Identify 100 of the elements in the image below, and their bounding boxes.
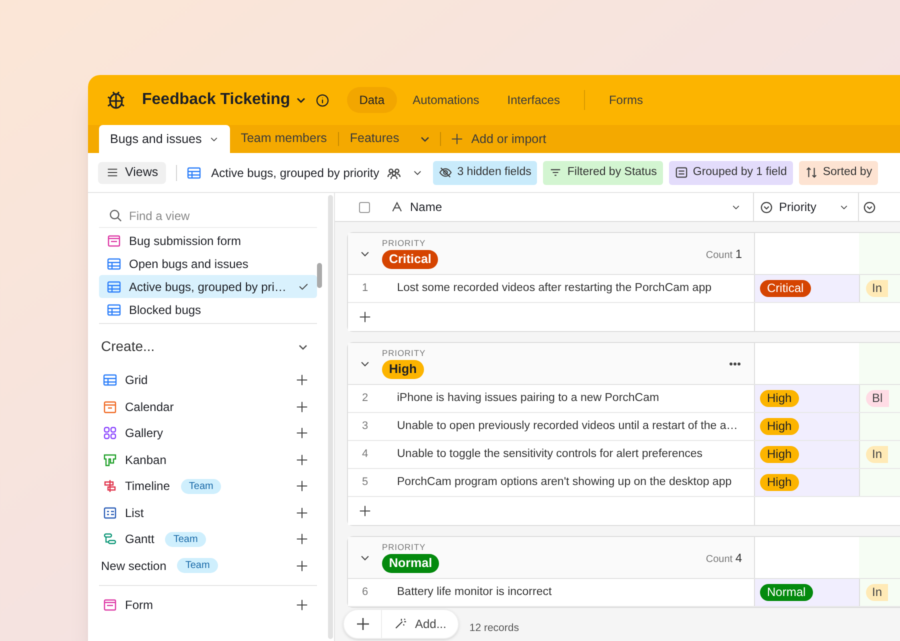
status-tag: Bl bbox=[866, 390, 889, 407]
kanban-icon bbox=[103, 452, 117, 467]
priority-tag: High bbox=[760, 474, 799, 491]
plus-icon bbox=[296, 454, 308, 466]
plus-icon bbox=[296, 599, 308, 612]
plus-icon bbox=[296, 480, 308, 492]
status-tag: In bbox=[866, 584, 888, 601]
create-view-item[interactable]: Kanban bbox=[99, 446, 317, 473]
magic-wand-icon bbox=[394, 617, 407, 630]
plus-icon bbox=[356, 618, 368, 630]
view-item[interactable]: Blocked bugs bbox=[99, 298, 317, 321]
chevron-down-icon[interactable] bbox=[296, 95, 306, 105]
plus-icon bbox=[296, 400, 308, 413]
name-cell-text: Battery life monitor is incorrect bbox=[396, 584, 553, 600]
view-switcher[interactable]: Active bugs, grouped by priority bbox=[187, 164, 424, 182]
name-cell-text: Unable to open previously recorded videos until a restart of the a… bbox=[396, 418, 739, 434]
gantt-icon bbox=[103, 532, 117, 546]
table-tab[interactable]: Bugs and issues bbox=[99, 125, 230, 153]
column-header[interactable]: Name bbox=[381, 193, 753, 221]
row-number: 6 bbox=[360, 585, 370, 600]
create-view-item[interactable]: Grid bbox=[99, 367, 317, 394]
dropdown-field-icon bbox=[760, 200, 773, 214]
calendar-icon bbox=[103, 400, 117, 414]
name-cell-text: PorchCam program options aren't showing up on the desktop app bbox=[396, 474, 733, 490]
scrollbar bbox=[317, 263, 322, 288]
base-title: Feedback Ticketing bbox=[142, 90, 290, 110]
create-view-item[interactable]: Form bbox=[99, 592, 317, 618]
views-button[interactable]: Views bbox=[98, 162, 166, 184]
group-count: Count 1 bbox=[706, 246, 742, 262]
grouped-rows-icon bbox=[674, 166, 688, 179]
toolbar-chip[interactable]: Filtered by Status bbox=[543, 160, 663, 184]
priority-tag: High bbox=[760, 446, 799, 463]
eye-slash-icon bbox=[439, 166, 452, 179]
priority-tag: Critical bbox=[760, 280, 811, 297]
name-cell-text: Unable to toggle the sensitivity controls for alert preferences bbox=[396, 446, 704, 462]
table-icon bbox=[107, 256, 121, 270]
text-field-icon bbox=[391, 201, 403, 213]
group-field-label: PRIORITY bbox=[382, 348, 426, 359]
toolbar-chip[interactable]: Grouped by 1 field bbox=[668, 160, 793, 184]
status-tag: In bbox=[866, 280, 888, 297]
create-view-item[interactable]: List bbox=[99, 500, 317, 526]
four-squares-icon bbox=[103, 426, 117, 440]
info-icon[interactable] bbox=[316, 94, 330, 106]
create-view-item[interactable]: Gallery bbox=[99, 420, 317, 446]
priority-tag: High bbox=[760, 390, 799, 407]
add-button[interactable]: Add... bbox=[382, 614, 458, 632]
form-icon bbox=[107, 234, 121, 248]
menu-icon bbox=[106, 166, 119, 179]
nav-tab[interactable]: Forms bbox=[596, 87, 655, 113]
view-item[interactable]: Open bugs and issues bbox=[99, 252, 317, 275]
nav-tab[interactable]: Automations bbox=[400, 87, 492, 113]
toolbar-chip[interactable]: 3 hidden fields bbox=[433, 160, 538, 184]
group-count: Count 4 bbox=[706, 550, 742, 566]
team-badge: Team bbox=[177, 558, 218, 574]
table-tab[interactable]: Team members bbox=[230, 125, 338, 153]
priority-tag: High bbox=[382, 360, 424, 379]
row-number: 5 bbox=[360, 475, 370, 490]
priority-tag: Critical bbox=[382, 250, 438, 269]
check-icon bbox=[298, 281, 309, 292]
create-view-item[interactable]: New section Team bbox=[99, 552, 317, 579]
view-item[interactable]: Active bugs, grouped by pri… bbox=[99, 275, 317, 298]
nav-tab[interactable]: Interfaces bbox=[495, 87, 572, 113]
chevron-down-icon[interactable] bbox=[420, 134, 430, 144]
table-tab[interactable]: Features bbox=[338, 125, 410, 153]
team-badge: Team bbox=[180, 478, 222, 494]
row-number: 3 bbox=[360, 419, 370, 434]
filter-icon bbox=[549, 166, 562, 179]
team-badge: Team bbox=[165, 532, 206, 547]
name-cell-text: Lost some recorded videos after restarting the PorchCam app bbox=[396, 280, 712, 296]
plus-icon bbox=[296, 427, 308, 440]
plus-icon bbox=[296, 374, 308, 386]
nav-tab[interactable]: Data bbox=[347, 87, 397, 113]
create-view-item[interactable]: Calendar bbox=[99, 394, 317, 420]
plus-icon bbox=[296, 506, 308, 519]
create-heading: Create... bbox=[101, 337, 155, 356]
bug-icon bbox=[105, 89, 127, 111]
priority-tag: Normal bbox=[760, 584, 813, 601]
plus-icon bbox=[296, 533, 308, 546]
plus-icon bbox=[359, 505, 371, 517]
group-field-label: PRIORITY bbox=[382, 238, 426, 249]
toolbar-chip[interactable]: Sorted by bbox=[798, 160, 878, 184]
list-icon bbox=[103, 506, 117, 520]
add-or-import-button[interactable]: Add or import bbox=[451, 130, 546, 148]
plus-icon bbox=[359, 311, 371, 323]
find-view-field[interactable]: Find a view bbox=[129, 206, 279, 224]
select-all-checkbox[interactable] bbox=[358, 202, 370, 212]
column-header[interactable]: Priority bbox=[753, 193, 858, 221]
plus-icon bbox=[296, 560, 308, 572]
row-number: 1 bbox=[360, 281, 370, 296]
row-number: 2 bbox=[360, 391, 370, 406]
form-icon bbox=[103, 598, 117, 612]
view-item[interactable]: Bug submission form bbox=[99, 229, 317, 252]
table-icon bbox=[107, 302, 121, 316]
create-view-item[interactable]: Timeline Team bbox=[99, 473, 317, 500]
priority-tag: High bbox=[760, 418, 799, 435]
name-cell-text: iPhone is having issues pairing to a new PorchCam bbox=[396, 390, 660, 406]
record-count: 12 records bbox=[469, 621, 519, 636]
create-view-item[interactable]: Gantt Team bbox=[99, 526, 317, 552]
priority-tag: Normal bbox=[382, 554, 440, 573]
plus-icon bbox=[451, 133, 464, 145]
